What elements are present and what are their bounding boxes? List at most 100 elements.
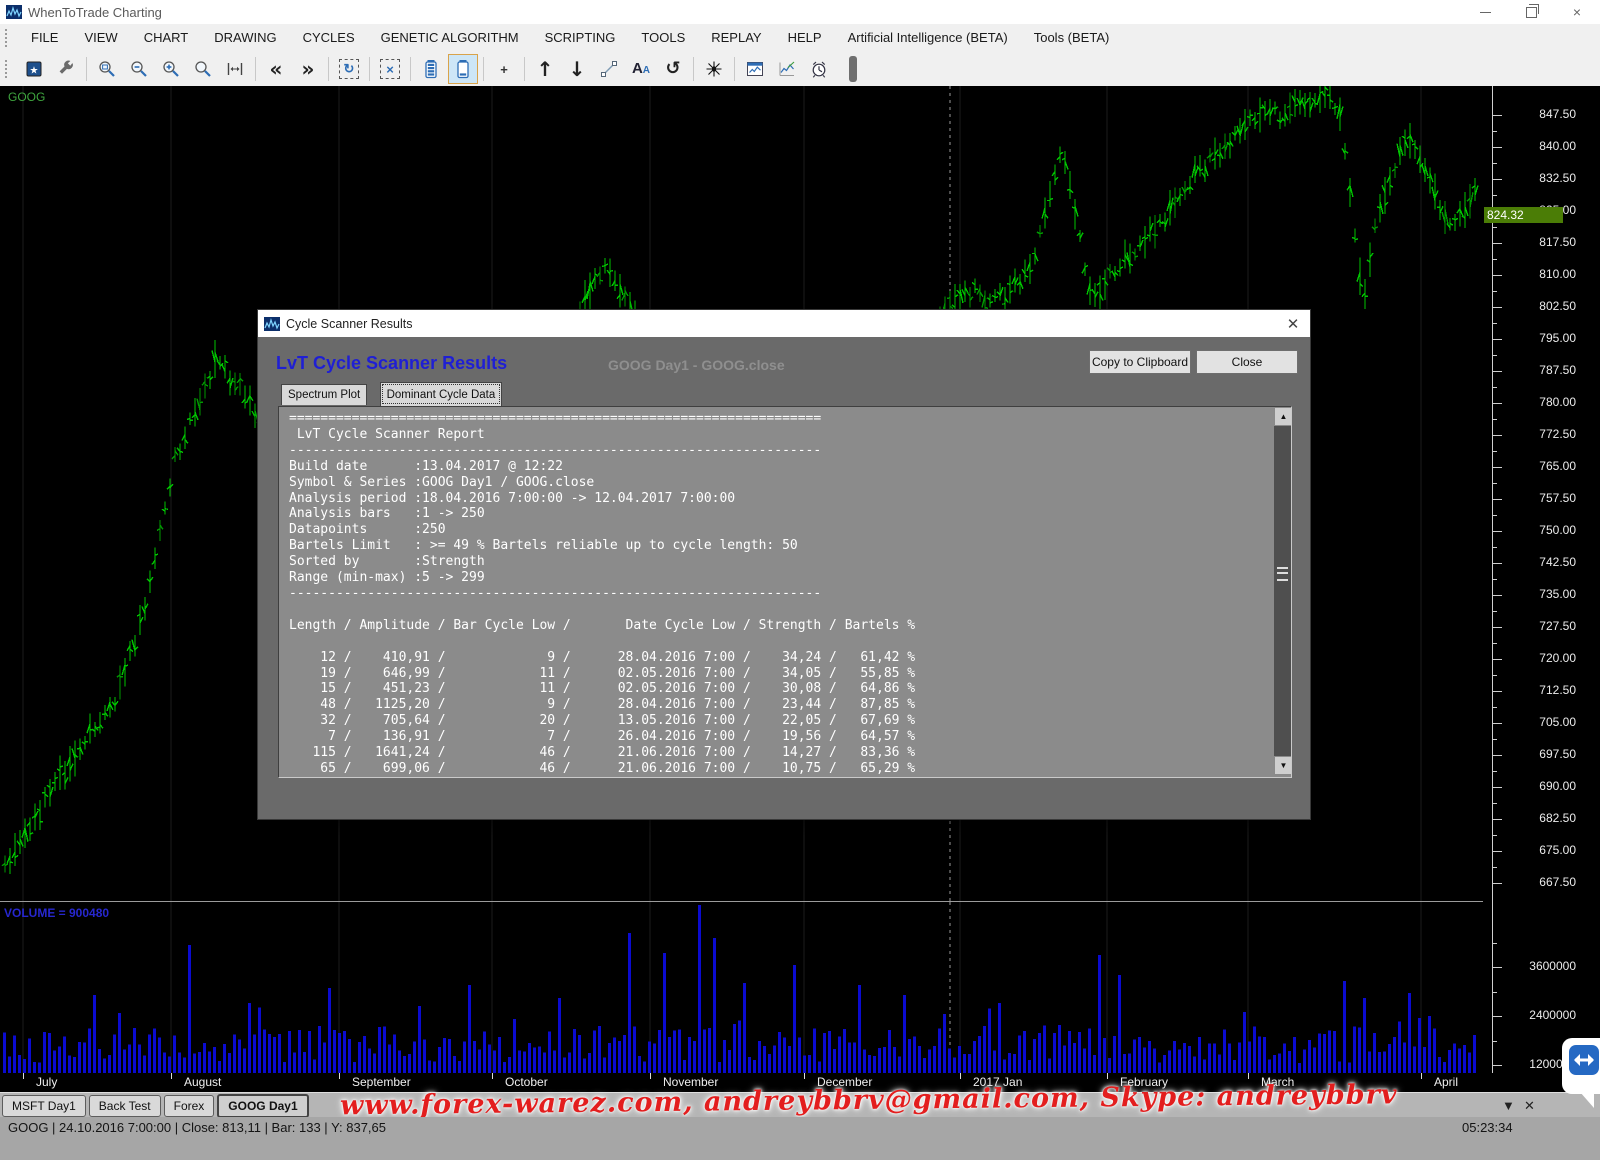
volume-pane[interactable]: [0, 902, 1483, 1073]
menu-item-file[interactable]: FILE: [18, 30, 71, 45]
dialog-tab-dominant-cycle-data[interactable]: Dominant Cycle Data: [380, 382, 503, 406]
line-chart-button[interactable]: [772, 54, 802, 84]
toolbar: ★ « » ↻ × + ↑ ↓ AA↺: [0, 52, 1600, 87]
menu-item-chart[interactable]: CHART: [131, 30, 202, 45]
line-chart-icon: [777, 59, 797, 79]
zoom-search-icon: [193, 59, 213, 79]
dialog-close-icon[interactable]: ✕: [1276, 315, 1310, 333]
menu-item-drawing[interactable]: DRAWING: [201, 30, 289, 45]
price-axis-label: 750.00: [1506, 523, 1576, 537]
toolbar-overflow-handle[interactable]: [849, 56, 857, 82]
arrow-up-icon: ↑: [537, 59, 554, 79]
chart-tab-forex[interactable]: Forex: [164, 1095, 215, 1117]
price-axis-label: 847.50: [1506, 107, 1576, 121]
report-text: ========================================…: [279, 407, 1291, 777]
scroll-up-icon[interactable]: ▲: [1274, 407, 1292, 426]
status-info: GOOG | 24.10.2016 7:00:00 | Close: 813,1…: [8, 1120, 386, 1135]
price-axis-label: 675.00: [1506, 843, 1576, 857]
price-axis-label: 832.50: [1506, 171, 1576, 185]
scroll-right-icon: »: [302, 59, 315, 79]
trendline-button[interactable]: [594, 54, 624, 84]
scroll-down-icon[interactable]: ▼: [1274, 756, 1292, 775]
pane-separator[interactable]: [0, 901, 1483, 902]
menu-item-cycles[interactable]: CYCLES: [290, 30, 368, 45]
arrow-down-button[interactable]: ↓: [562, 54, 592, 84]
window-titlebar: WhenToTrade Charting ×: [0, 0, 1600, 24]
svg-text:★: ★: [30, 66, 39, 77]
menu-item-tools[interactable]: TOOLS: [628, 30, 698, 45]
price-axis-label: 720.00: [1506, 651, 1576, 665]
zoom-window-icon: [97, 59, 117, 79]
dialog-titlebar[interactable]: Cycle Scanner Results ✕: [258, 310, 1310, 337]
new-chart-button[interactable]: ★: [19, 54, 49, 84]
symbol-label: GOOG: [8, 90, 45, 104]
remote-control-bubble[interactable]: [1562, 1038, 1600, 1094]
zoom-in-button[interactable]: [156, 54, 186, 84]
menu-item-help[interactable]: HELP: [775, 30, 835, 45]
chart-tab-msft-day1[interactable]: MSFT Day1: [2, 1095, 86, 1117]
trendline-icon: [599, 59, 619, 79]
chart-tab-back-test[interactable]: Back Test: [89, 1095, 161, 1117]
report-textarea: ========================================…: [278, 406, 1292, 778]
zoom-search-button[interactable]: [188, 54, 218, 84]
price-axis-label: 712.50: [1506, 683, 1576, 697]
toolbar-separator: [734, 57, 735, 81]
dialog-tab-spectrum-plot[interactable]: Spectrum Plot: [281, 384, 367, 405]
price-axis-label: 802.50: [1506, 299, 1576, 313]
alarm-icon: [809, 59, 829, 79]
watermark-close-button[interactable]: ✕: [1524, 1098, 1535, 1114]
status-time: 05:23:34: [1462, 1120, 1513, 1135]
history-button[interactable]: ↺: [658, 54, 688, 84]
select-delete-button[interactable]: ×: [375, 54, 405, 84]
arrow-up-button[interactable]: ↑: [530, 54, 560, 84]
spider-button[interactable]: [699, 54, 729, 84]
minimize-button[interactable]: [1462, 0, 1508, 24]
chart-tab-goog-day1[interactable]: GOOG Day1: [217, 1094, 308, 1118]
menu-item-tools-beta-[interactable]: Tools (BETA): [1021, 30, 1123, 45]
scrollbar-grip[interactable]: [1277, 567, 1288, 581]
wrench-button[interactable]: [51, 54, 81, 84]
price-axis-label: 690.00: [1506, 779, 1576, 793]
price-axis-label: 742.50: [1506, 555, 1576, 569]
month-label: September: [352, 1075, 411, 1089]
scroll-left-button[interactable]: «: [261, 54, 291, 84]
menu-item-scripting[interactable]: SCRIPTING: [532, 30, 629, 45]
zoom-in-icon: [161, 59, 181, 79]
toolbar-separator: [524, 57, 525, 81]
scroll-right-button[interactable]: »: [293, 54, 323, 84]
alarm-button[interactable]: [804, 54, 834, 84]
menu-item-view[interactable]: VIEW: [71, 30, 130, 45]
dialog-logo-icon: [264, 317, 280, 331]
watermark-collapse-button[interactable]: ▼: [1502, 1098, 1515, 1113]
menu-item-genetic-algorithm[interactable]: GENETIC ALGORITHM: [368, 30, 532, 45]
toolbar-drag-grip[interactable]: [5, 60, 11, 78]
font-button[interactable]: AA: [626, 54, 656, 84]
bar-spacing-button[interactable]: [220, 54, 250, 84]
toolbar-separator: [369, 57, 370, 81]
price-axis-label: 667.50: [1506, 875, 1576, 889]
plus-button[interactable]: +: [489, 54, 519, 84]
price-axis-label: 840.00: [1506, 139, 1576, 153]
report-scrollbar[interactable]: ▲ ▼: [1274, 407, 1291, 775]
teamviewer-icon[interactable]: [1569, 1045, 1599, 1075]
menu-drag-grip[interactable]: [5, 29, 11, 47]
battery-full-button[interactable]: [416, 54, 446, 84]
price-axis-label: 795.00: [1506, 331, 1576, 345]
zoom-out-button[interactable]: [124, 54, 154, 84]
dialog-close-button[interactable]: Close: [1196, 350, 1298, 374]
volume-axis-label: 3600000: [1506, 959, 1576, 973]
close-button[interactable]: ×: [1554, 0, 1600, 24]
restore-button[interactable]: [1508, 0, 1554, 24]
menu-item-artificial-intelligence-beta-[interactable]: Artificial Intelligence (BETA): [835, 30, 1021, 45]
battery-empty-button[interactable]: [448, 54, 478, 84]
copy-to-clipboard-button[interactable]: Copy to Clipboard: [1089, 350, 1191, 374]
month-label: August: [184, 1075, 221, 1089]
month-label: July: [36, 1075, 57, 1089]
indicator-window-button[interactable]: [740, 54, 770, 84]
select-refresh-button[interactable]: ↻: [334, 54, 364, 84]
menu-item-replay[interactable]: REPLAY: [698, 30, 774, 45]
indicator-window-icon: [745, 59, 765, 79]
plus-icon: +: [500, 62, 508, 77]
month-label: October: [505, 1075, 548, 1089]
zoom-window-button[interactable]: [92, 54, 122, 84]
